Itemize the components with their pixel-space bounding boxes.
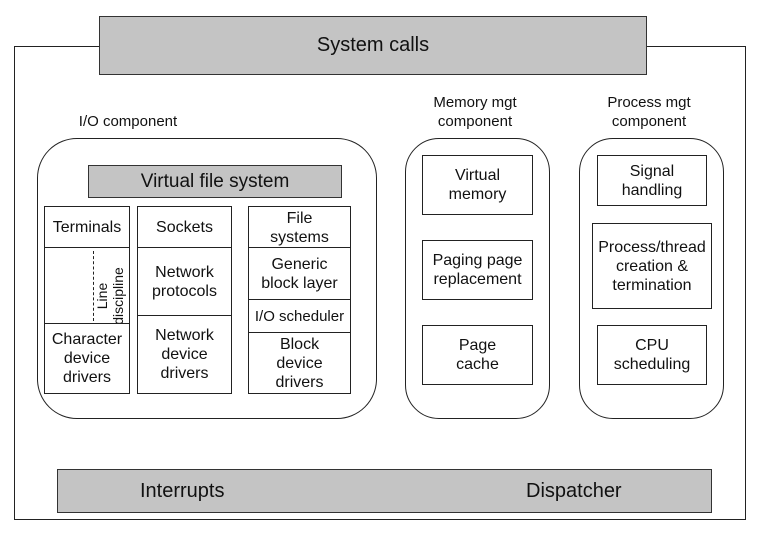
- signal-handling: Signal handling: [597, 155, 707, 206]
- process-mgt-label: Process mgt component: [607, 94, 691, 130]
- virtual-file-system-bar: Virtual file system: [88, 165, 342, 198]
- io-component-label: I/O component: [78, 113, 178, 130]
- block-device-drivers: Block device drivers: [248, 332, 351, 394]
- dispatcher-label: Dispatcher: [526, 480, 622, 502]
- page-cache: Page cache: [422, 325, 533, 385]
- cpu-scheduling: CPU scheduling: [597, 325, 707, 385]
- paging-page-replacement: Paging page replacement: [422, 240, 533, 300]
- process-thread-creation: Process/thread creation & termination: [592, 223, 712, 309]
- virtual-memory: Virtual memory: [422, 155, 533, 215]
- character-device-drivers: Character device drivers: [44, 323, 130, 394]
- memory-mgt-label: Memory mgt component: [433, 94, 517, 130]
- system-calls-bar: System calls: [99, 16, 647, 75]
- file-systems: File systems: [248, 206, 351, 249]
- generic-block-layer: Generic block layer: [248, 247, 351, 301]
- interrupts-label: Interrupts: [140, 480, 225, 502]
- network-device-drivers: Network device drivers: [137, 315, 232, 394]
- sockets: Sockets: [137, 206, 232, 249]
- terminals: Terminals: [44, 206, 130, 249]
- io-scheduler: I/O scheduler: [248, 299, 351, 334]
- network-protocols: Network protocols: [137, 247, 232, 317]
